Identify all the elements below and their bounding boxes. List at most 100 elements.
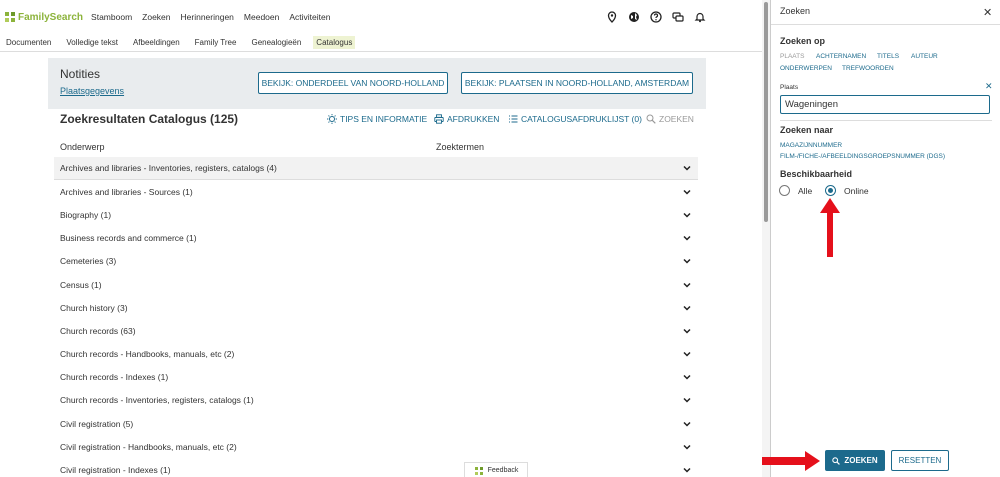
chevron-down-icon xyxy=(683,468,691,473)
list-item-label: Civil registration - Indexes (1) xyxy=(60,465,171,476)
list-item[interactable]: Civil registration - Indexes (1) xyxy=(54,458,698,477)
tips-button[interactable]: TIPS EN INFORMATIE xyxy=(327,114,427,124)
header-icons xyxy=(606,11,706,23)
place-details-link[interactable]: Plaatsgegevens xyxy=(60,86,124,96)
view-part-of-button[interactable]: BEKIJK: ONDERDEEL VAN NOORD-HOLLAND xyxy=(258,72,448,94)
list-item[interactable]: Church records - Indexes (1) xyxy=(54,366,698,389)
reset-button[interactable]: RESETTEN xyxy=(891,450,949,471)
list-item[interactable]: Business records and commerce (1) xyxy=(54,227,698,250)
list-item-label: Church records (63) xyxy=(60,325,136,336)
column-search-terms: Zoektermen xyxy=(436,142,485,152)
notes-box: Notities Plaatsgegevens BEKIJK: ONDERDEE… xyxy=(48,58,706,109)
tab-trefwoorden[interactable]: TREFWOORDEN xyxy=(842,65,894,72)
chevron-down-icon xyxy=(683,305,691,311)
radio-all[interactable] xyxy=(779,185,790,196)
radio-online[interactable] xyxy=(825,185,836,196)
list-item-label: Church records - Inventories, registers,… xyxy=(60,395,254,406)
subnav-family-tree[interactable]: Family Tree xyxy=(192,36,240,49)
film-number-link[interactable]: FILM-/FICHE-/AFBEELDINGSGROEPSNUMMER (DG… xyxy=(780,153,945,160)
results-list: Archives and libraries - Inventories, re… xyxy=(54,157,698,477)
nav-meedoen[interactable]: Meedoen xyxy=(244,12,279,22)
help-icon[interactable] xyxy=(650,11,662,23)
subnav-genealogieen[interactable]: Genealogieën xyxy=(248,36,304,49)
nav-stamboom[interactable]: Stamboom xyxy=(91,12,132,22)
view-places-in-button[interactable]: BEKIJK: PLAATSEN IN NOORD-HOLLAND, AMSTE… xyxy=(461,72,693,94)
list-item-label: Church records - Indexes (1) xyxy=(60,372,169,383)
search-icon xyxy=(646,114,656,124)
top-bar: FamilySearch Stamboom Zoeken Herinnering… xyxy=(0,0,770,34)
tips-label: TIPS EN INFORMATIE xyxy=(340,114,428,124)
tab-onderwerpen[interactable]: ONDERWERPEN xyxy=(780,65,832,72)
subnav-catalogus[interactable]: Catalogus xyxy=(313,36,356,49)
list-item-label: Civil registration (5) xyxy=(60,418,134,429)
chevron-down-icon xyxy=(683,398,691,404)
search-button[interactable]: ZOEKEN xyxy=(825,450,885,471)
chevron-down-icon xyxy=(683,189,691,195)
clear-field-icon[interactable]: ✕ xyxy=(985,81,993,92)
list-item[interactable]: Church records - Handbooks, manuals, etc… xyxy=(54,343,698,366)
lightbulb-icon xyxy=(327,114,337,124)
print-button[interactable]: AFDRUKKEN xyxy=(434,114,499,124)
radio-online-label: Online xyxy=(844,186,869,196)
panel-divider xyxy=(771,24,1000,25)
chevron-down-icon xyxy=(683,421,691,427)
sub-nav: Documenten Volledige tekst Afbeeldingen … xyxy=(0,34,770,52)
place-input[interactable]: Wageningen xyxy=(780,95,990,114)
list-item[interactable]: Civil registration - Handbooks, manuals,… xyxy=(54,435,698,458)
scrollbar-thumb[interactable] xyxy=(764,2,768,222)
search-for-label: Zoeken naar xyxy=(780,125,834,135)
bell-icon[interactable] xyxy=(694,11,706,23)
list-item[interactable]: Church history (3) xyxy=(54,296,698,319)
list-item[interactable]: Civil registration (5) xyxy=(54,412,698,435)
feedback-button[interactable]: Feedback xyxy=(464,462,528,477)
list-item[interactable]: Cemeteries (3) xyxy=(54,250,698,273)
chevron-down-icon xyxy=(683,328,691,334)
globe-icon[interactable] xyxy=(628,11,640,23)
list-icon xyxy=(509,115,518,123)
close-icon[interactable]: ✕ xyxy=(983,6,992,19)
search-icon xyxy=(832,456,841,465)
nav-herinneringen[interactable]: Herinneringen xyxy=(181,12,234,22)
search-panel: Zoeken ✕ Zoeken op PLAATS ACHTERNAMEN TI… xyxy=(770,0,1000,477)
search-on-label: Zoeken op xyxy=(780,36,826,46)
notes-title: Notities xyxy=(60,67,101,81)
subnav-volledige-tekst[interactable]: Volledige tekst xyxy=(63,36,121,49)
print-list-button[interactable]: CATALOGUSAFDRUKLIJST (0) xyxy=(508,114,642,124)
tab-auteur[interactable]: AUTEUR xyxy=(911,53,938,60)
feedback-label: Feedback xyxy=(487,467,519,474)
list-item[interactable]: Church records (63) xyxy=(54,319,698,342)
search-results-button[interactable]: ZOEKEN xyxy=(646,114,694,124)
list-item[interactable]: Census (1) xyxy=(54,273,698,296)
chevron-down-icon xyxy=(683,375,691,380)
logo-text: FamilySearch xyxy=(18,11,84,23)
familysearch-logo[interactable]: FamilySearch xyxy=(4,11,83,23)
list-item[interactable]: Archives and libraries - Inventories, re… xyxy=(54,157,698,181)
chevron-down-icon xyxy=(683,236,691,241)
results-title: Zoekresultaten Catalogus (125) xyxy=(60,112,239,126)
list-item-label: Civil registration - Handbooks, manuals,… xyxy=(60,441,237,452)
panel-divider-2 xyxy=(780,120,992,121)
list-item-label: Archives and libraries - Sources (1) xyxy=(60,186,193,197)
shelf-number-link[interactable]: MAGAZIJNNUMMER xyxy=(780,142,842,149)
location-icon[interactable] xyxy=(606,11,618,23)
tab-plaats[interactable]: PLAATS xyxy=(780,53,804,60)
nav-zoeken[interactable]: Zoeken xyxy=(142,12,170,22)
list-item-label: Business records and commerce (1) xyxy=(60,233,197,244)
radio-all-label: Alle xyxy=(798,186,813,196)
print-list-label: CATALOGUSAFDRUKLIJST (0) xyxy=(521,114,642,124)
feedback-tree-icon xyxy=(474,466,483,475)
list-item[interactable]: Archives and libraries - Sources (1) xyxy=(54,180,698,203)
chevron-down-icon xyxy=(683,444,691,450)
tab-titels[interactable]: TITELS xyxy=(877,53,899,60)
messages-icon[interactable] xyxy=(672,11,684,23)
tab-achternamen[interactable]: ACHTERNAMEN xyxy=(816,53,866,60)
list-item-label: Census (1) xyxy=(60,279,102,290)
list-item[interactable]: Church records - Inventories, registers,… xyxy=(54,389,698,412)
nav-activiteiten[interactable]: Activiteiten xyxy=(289,12,330,22)
print-label: AFDRUKKEN xyxy=(447,114,500,124)
list-item-label: Church records - Handbooks, manuals, etc… xyxy=(60,349,235,360)
subnav-afbeeldingen[interactable]: Afbeeldingen xyxy=(130,36,183,49)
subnav-documenten[interactable]: Documenten xyxy=(3,36,54,49)
list-item[interactable]: Biography (1) xyxy=(54,203,698,226)
list-item-label: Cemeteries (3) xyxy=(60,256,117,267)
